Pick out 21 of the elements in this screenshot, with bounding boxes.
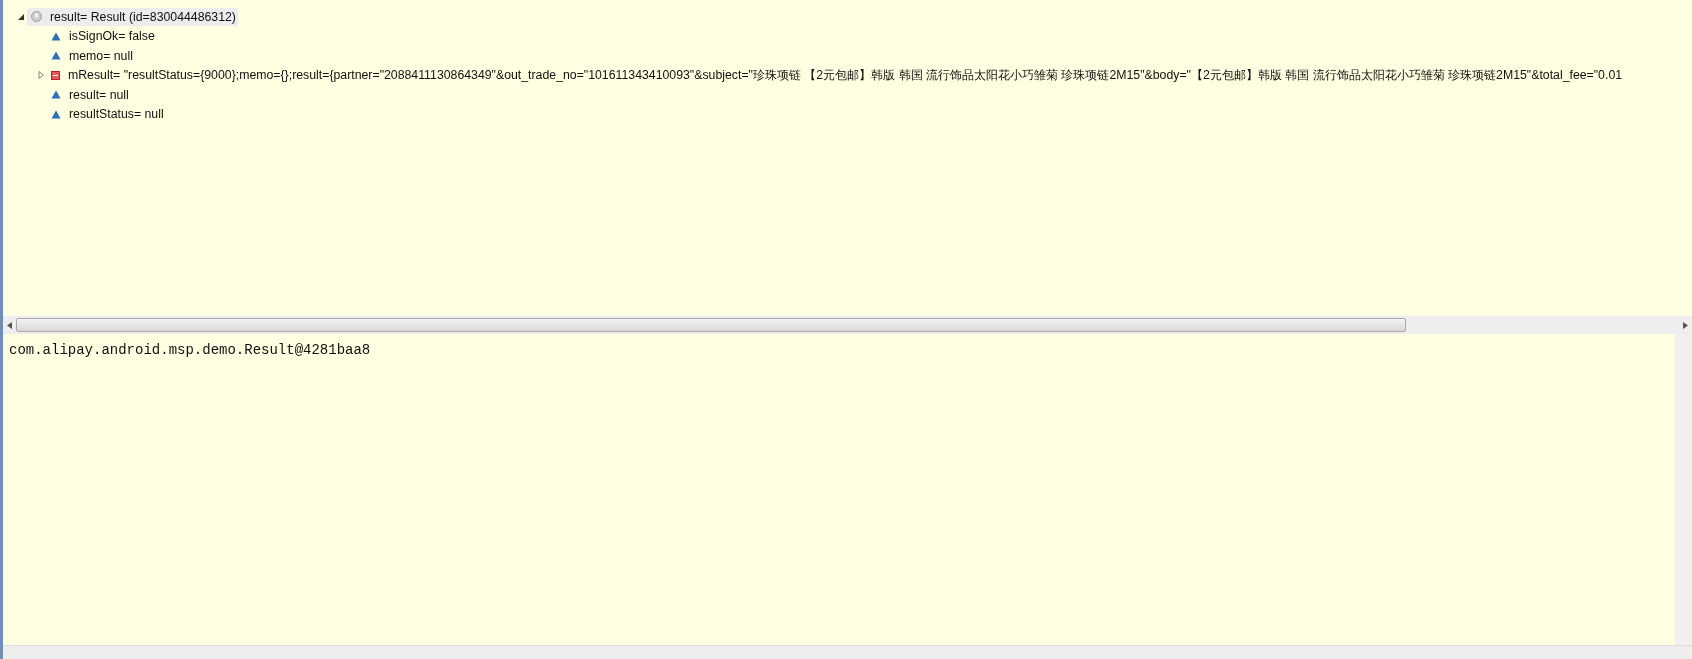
tree-item[interactable]: isSignOk= false <box>47 27 157 46</box>
variable-label: isSignOk= false <box>69 28 155 46</box>
tree-item[interactable]: resultStatus= null <box>47 105 166 124</box>
tree-item[interactable]: result= null <box>47 85 131 104</box>
tree-item[interactable]: result= Result (id=830044486312) <box>27 7 238 26</box>
scroll-left-icon[interactable] <box>7 321 12 329</box>
variable-label: mResult= "resultStatus={9000};memo={};result={partner="2088411130864349"&out_trade_no="101611343410093"&subject="珍珠项链 【2元包邮】韩版 韩国 流行饰品太阳花小巧雏菊 珍珠项链2M15"&body="【2元包邮】韩版 韩国 流行饰品太阳花小巧雏菊 珍珠项链2M15"&total_fee="0.01 <box>68 67 1623 85</box>
vertical-scrollbar[interactable] <box>1675 334 1692 645</box>
tree-item[interactable]: memo= null <box>47 46 135 65</box>
object-icon <box>31 11 42 23</box>
horizontal-scrollbar[interactable] <box>3 316 1692 334</box>
scroll-right-icon[interactable] <box>1683 321 1688 329</box>
variable-label: result= null <box>69 86 129 104</box>
variable-label: memo= null <box>69 47 133 65</box>
variable-label: resultStatus= null <box>69 106 164 124</box>
bottom-scrollbar[interactable] <box>3 645 1692 659</box>
expanded-arrow-icon[interactable] <box>17 12 25 21</box>
detail-text: com.alipay.android.msp.demo.Result@4281baa8 <box>9 342 371 358</box>
variable-label: result= Result (id=830044486312) <box>50 8 236 26</box>
square-icon <box>51 70 60 80</box>
collapsed-arrow-icon[interactable] <box>37 71 45 80</box>
